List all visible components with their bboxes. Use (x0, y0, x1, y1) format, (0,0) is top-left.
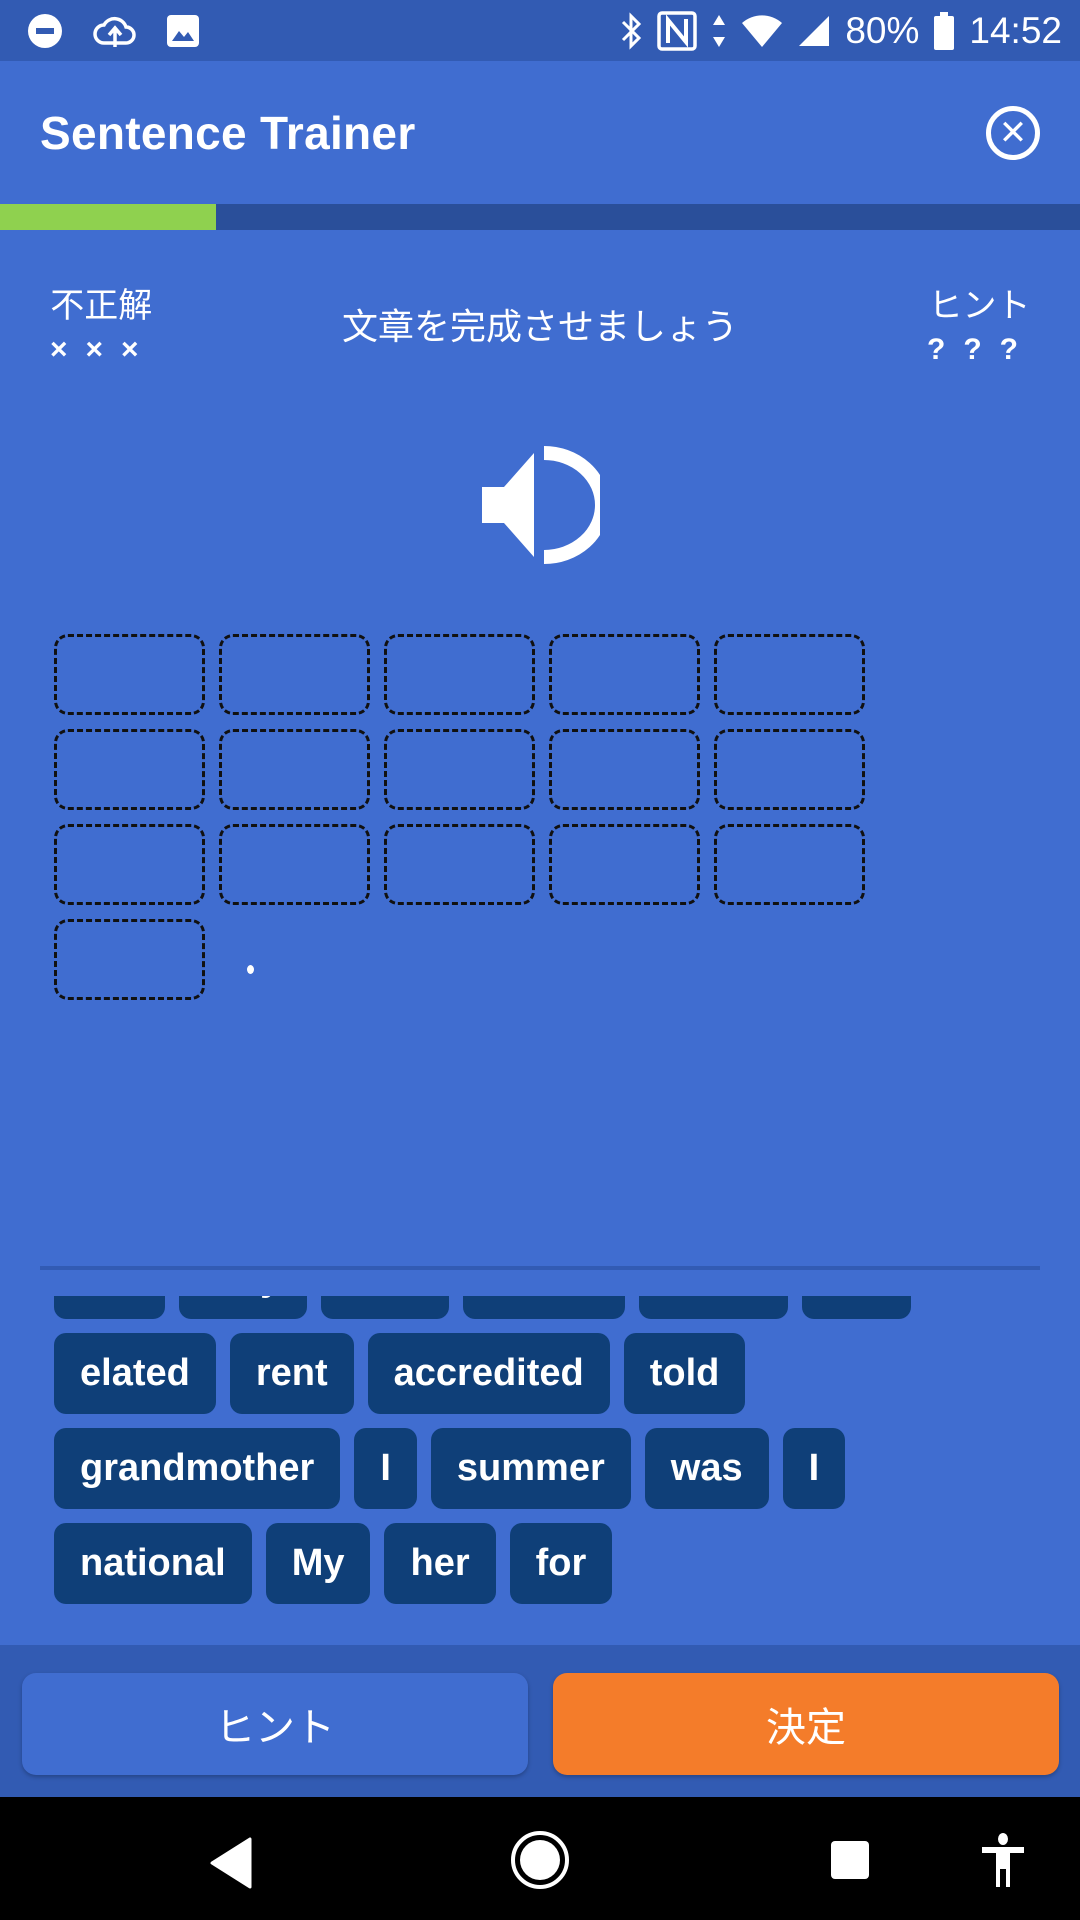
answer-slot[interactable] (219, 824, 370, 905)
word-row: national My her for (54, 1523, 911, 1604)
hint-button[interactable]: ヒント (22, 1673, 528, 1775)
word-row: herstay with would whenthe (54, 1296, 912, 1319)
signal-icon (797, 14, 831, 48)
answer-slot[interactable] (549, 824, 700, 905)
wifi-icon (741, 13, 783, 49)
word-chip[interactable]: her (384, 1523, 496, 1604)
answer-slot[interactable] (54, 919, 205, 1000)
bluetooth-icon (619, 11, 643, 50)
progress-fill (0, 204, 216, 230)
word-chip[interactable]: with (321, 1296, 450, 1319)
app-bar: Sentence Trainer ✕ (0, 61, 1080, 204)
progress-bar (0, 204, 1080, 230)
word-row: grandmother Isummer was I (54, 1428, 911, 1509)
close-circle-icon: ✕ (998, 113, 1028, 152)
word-chip[interactable]: the (802, 1296, 912, 1319)
submit-button[interactable]: 決定 (553, 1673, 1059, 1775)
word-chip[interactable]: grandmother (54, 1428, 341, 1509)
answer-slot[interactable] (384, 634, 535, 715)
home-icon (511, 1831, 569, 1889)
answer-slot[interactable] (384, 729, 535, 810)
answer-slot[interactable] (219, 634, 370, 715)
word-chip[interactable]: for (509, 1523, 613, 1604)
close-button[interactable]: ✕ (986, 105, 1040, 160)
accessibility-button[interactable] (980, 1833, 1026, 1894)
back-button[interactable] (208, 1837, 254, 1894)
answer-slot[interactable] (384, 824, 535, 905)
word-chip[interactable]: told (623, 1333, 746, 1414)
slot-row (54, 919, 894, 1000)
recents-icon (831, 1841, 869, 1879)
word-row: elated rent accredited told (54, 1333, 911, 1414)
word-chip[interactable]: was (644, 1428, 769, 1509)
answer-slot[interactable] (54, 824, 205, 905)
word-chip[interactable]: national (54, 1523, 252, 1604)
slot-row (54, 729, 894, 810)
play-audio-button[interactable] (480, 445, 609, 565)
slot-row (54, 634, 894, 715)
data-arrows-icon (711, 13, 727, 49)
word-chip[interactable]: I (782, 1428, 846, 1509)
answer-slot[interactable] (714, 824, 865, 905)
word-chip[interactable]: summer (430, 1428, 631, 1509)
hints-counter: ヒント ??? (923, 278, 1036, 367)
recents-button[interactable] (830, 1840, 870, 1885)
answer-slot[interactable] (714, 634, 865, 715)
word-bank[interactable]: herstaywithwouldwhentheelatedrentaccredi… (54, 1296, 1044, 1604)
answer-slots (54, 634, 894, 1014)
word-chip[interactable]: My (265, 1523, 371, 1604)
answer-slot[interactable] (54, 634, 205, 715)
slot-row (54, 824, 894, 905)
clock: 14:52 (969, 9, 1062, 51)
app-title: Sentence Trainer (40, 106, 416, 159)
status-bar: 80% 14:52 (0, 0, 1080, 61)
word-chip[interactable]: when (638, 1296, 789, 1319)
battery-percent: 80% (845, 9, 920, 51)
word-chip[interactable]: elated (54, 1333, 216, 1414)
word-chip[interactable]: stay (179, 1296, 308, 1319)
hints-label: ヒント (928, 287, 1031, 325)
hints-marks: ??? (927, 333, 1036, 366)
navigation-bar (0, 1797, 1080, 1920)
home-button[interactable] (510, 1830, 570, 1895)
back-icon (210, 1837, 252, 1889)
cloud-upload-icon (92, 13, 138, 49)
battery-icon (933, 11, 955, 50)
speaker-icon (482, 446, 609, 564)
answer-slot[interactable] (549, 729, 700, 810)
answer-slot[interactable] (54, 729, 205, 810)
word-chip[interactable]: rent (229, 1333, 354, 1414)
answer-slot[interactable] (714, 729, 865, 810)
nfc-icon (657, 10, 698, 51)
word-chip[interactable]: I (354, 1428, 417, 1509)
answer-slot[interactable] (549, 634, 700, 715)
accessibility-icon (982, 1833, 1024, 1887)
word-chip[interactable]: would (463, 1296, 625, 1319)
divider (40, 1266, 1040, 1270)
dnd-icon (26, 12, 64, 50)
word-chip[interactable]: accredited (367, 1333, 610, 1414)
word-chip[interactable]: her (54, 1296, 166, 1319)
bottom-action-bar: ヒント 決定 (0, 1645, 1080, 1797)
sentence-period (247, 965, 254, 974)
submit-button-label: 決定 (766, 1706, 846, 1750)
image-icon (166, 14, 200, 48)
hint-button-label: ヒント (215, 1706, 335, 1750)
instruction-text: 文章を完成させましょう (341, 306, 738, 347)
answer-slot[interactable] (219, 729, 370, 810)
